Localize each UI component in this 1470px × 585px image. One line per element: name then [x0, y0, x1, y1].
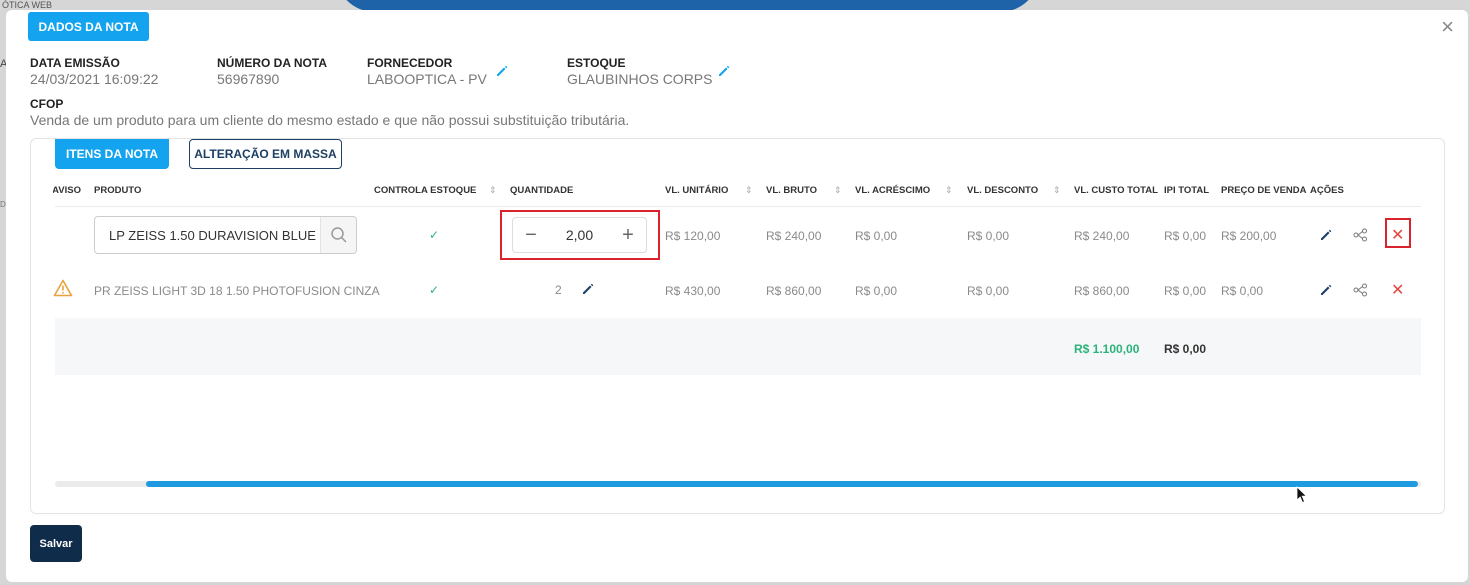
tab-alteracao-em-massa[interactable]: ALTERAÇÃO EM MASSA [189, 139, 342, 169]
row2-quantidade: 2 [555, 283, 562, 297]
col-controla-estoque: CONTROLA ESTOQUE [374, 185, 477, 196]
total-ipi: R$ 0,00 [1164, 342, 1207, 356]
col-vl-acrescimo: VL. ACRÉSCIMO [855, 185, 931, 196]
col-aviso: AVISO [53, 185, 81, 196]
quantity-stepper[interactable]: − 2,00 + [512, 217, 647, 253]
tab-itens-da-nota[interactable]: ITENS DA NOTA [55, 139, 169, 169]
estoque-value: GLAUBINHOS CORPS [567, 71, 713, 87]
row2-vl-desconto: R$ 0,00 [967, 284, 1010, 298]
data-emissao-label: DATA EMISSÃO [30, 56, 120, 70]
row2-vl-bruto: R$ 860,00 [766, 284, 822, 298]
edit-estoque-pencil-icon[interactable] [717, 64, 731, 78]
row2-vl-custo-total: R$ 860,00 [1074, 284, 1130, 298]
edit-quantidade-pencil-icon[interactable] [581, 282, 595, 296]
row2-produto: PR ZEISS LIGHT 3D 18 1.50 PHOTOFUSION CI… [94, 284, 380, 298]
fornecedor-value: LABOOPTICA - PV [367, 71, 487, 87]
edit-fornecedor-pencil-icon[interactable] [495, 64, 509, 78]
cfop-value: Venda de um produto para um cliente do m… [30, 112, 630, 128]
edit-pencil-icon[interactable] [1319, 228, 1333, 242]
itens-card: ITENS DA NOTA ALTERAÇÃO EM MASSA AVISO P… [30, 138, 1445, 514]
data-emissao-value: 24/03/2021 16:09:22 [30, 71, 159, 87]
sort-vl-unitario-icon[interactable]: ⇕ [745, 185, 753, 196]
estoque-label: ESTOQUE [567, 56, 626, 70]
col-vl-custo-total: VL. CUSTO TOTAL [1074, 185, 1158, 196]
controla-estoque-check-icon-2: ✓ [429, 283, 440, 297]
sort-controla-icon[interactable]: ⇕ [489, 185, 497, 196]
col-preco-venda: PREÇO DE VENDA [1221, 185, 1307, 196]
fornecedor-label: FORNECEDOR [367, 56, 453, 70]
warning-icon [53, 279, 73, 297]
cfop-label: CFOP [30, 97, 64, 111]
row1-vl-desconto: R$ 0,00 [967, 229, 1010, 243]
numero-nota-label: NÚMERO DA NOTA [217, 56, 327, 70]
row1-ipi-total: R$ 0,00 [1164, 229, 1207, 243]
row1-vl-acrescimo: R$ 0,00 [855, 229, 898, 243]
dados-da-nota-tab[interactable]: DADOS DA NOTA [28, 12, 149, 41]
row2-ipi-total: R$ 0,00 [1164, 284, 1207, 298]
col-ipi-total: IPI TOTAL [1164, 185, 1210, 196]
nota-modal: × DADOS DA NOTA DATA EMISSÃO 24/03/2021 … [6, 10, 1468, 582]
sort-vl-bruto-icon[interactable]: ⇕ [834, 185, 842, 196]
col-produto: PRODUTO [94, 185, 142, 196]
total-custo: R$ 1.100,00 [1074, 342, 1140, 356]
background-app-label: ÓTICA WEB [2, 0, 53, 10]
controla-estoque-check-icon: ✓ [429, 228, 440, 242]
col-vl-desconto: VL. DESCONTO [967, 185, 1039, 196]
mouse-cursor-icon [1296, 486, 1308, 504]
row1-vl-custo-total: R$ 240,00 [1074, 229, 1130, 243]
col-quantidade: QUANTIDADE [510, 185, 574, 196]
row2-vl-unitario: R$ 430,00 [665, 284, 721, 298]
quantity-value[interactable]: 2,00 [566, 227, 593, 243]
row1-preco-venda: R$ 200,00 [1221, 229, 1277, 243]
split-share-icon-2[interactable] [1353, 283, 1368, 297]
row2-vl-acrescimo: R$ 0,00 [855, 284, 898, 298]
row1-vl-bruto: R$ 240,00 [766, 229, 822, 243]
sort-vl-acrescimo-icon[interactable]: ⇕ [945, 185, 953, 196]
minus-icon[interactable]: − [521, 225, 541, 245]
horizontal-scrollbar-thumb[interactable] [146, 481, 1418, 487]
delete-icon-2[interactable]: ✕ [1391, 280, 1404, 300]
numero-nota-value: 56967890 [217, 71, 280, 87]
totals-row [55, 318, 1421, 375]
produto-input[interactable]: LP ZEISS 1.50 DURAVISION BLUE [94, 216, 357, 254]
col-vl-bruto: VL. BRUTO [766, 185, 818, 196]
delete-icon[interactable]: ✕ [1391, 225, 1404, 245]
search-icon[interactable] [320, 217, 356, 253]
edit-pencil-icon-2[interactable] [1319, 283, 1333, 297]
row1-vl-unitario: R$ 120,00 [665, 229, 721, 243]
header-divider [55, 206, 1421, 207]
split-share-icon[interactable] [1353, 228, 1368, 242]
produto-input-value: LP ZEISS 1.50 DURAVISION BLUE [109, 227, 316, 243]
row2-preco-venda: R$ 0,00 [1221, 284, 1264, 298]
save-button[interactable]: Salvar [30, 525, 82, 562]
col-acoes: AÇÕES [1310, 185, 1344, 196]
col-vl-unitario: VL. UNITÁRIO [665, 185, 729, 196]
plus-icon[interactable]: + [618, 225, 638, 245]
close-icon[interactable]: × [1441, 16, 1454, 38]
sort-vl-desconto-icon[interactable]: ⇕ [1053, 185, 1061, 196]
